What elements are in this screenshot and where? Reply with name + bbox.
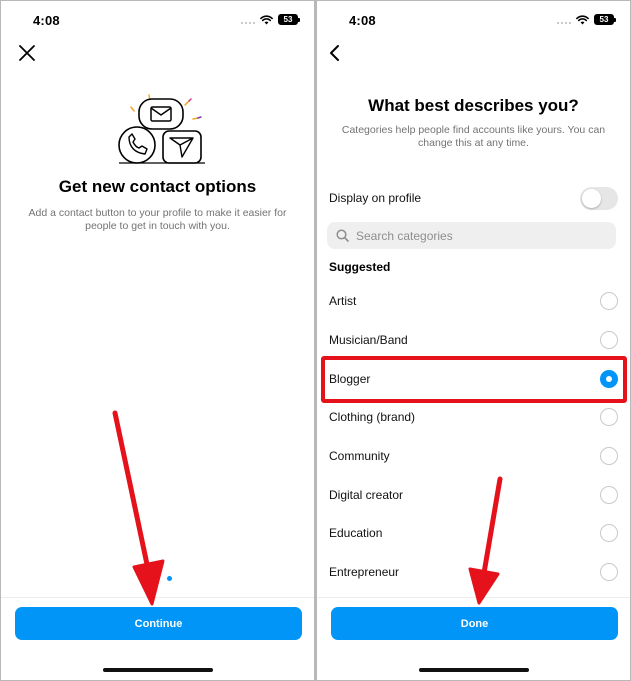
search-bar[interactable] bbox=[327, 222, 616, 249]
page-dot bbox=[155, 576, 160, 581]
category-list: Artist Musician/Band Blogger Clothing (bran… bbox=[317, 282, 630, 592]
radio-button-selected[interactable] bbox=[600, 369, 618, 388]
display-on-profile-row: Display on profile bbox=[329, 184, 618, 212]
category-label: Entrepreneur bbox=[329, 565, 400, 580]
page-title: What best describes you? bbox=[368, 96, 579, 115]
radio-button[interactable] bbox=[600, 331, 618, 350]
category-row[interactable]: Blogger bbox=[317, 359, 630, 398]
done-button[interactable]: Done bbox=[331, 607, 618, 640]
category-label: Digital creator bbox=[329, 487, 404, 502]
category-label: Blogger bbox=[329, 371, 371, 386]
home-indicator[interactable] bbox=[102, 668, 213, 672]
radio-button[interactable] bbox=[600, 292, 618, 311]
search-icon bbox=[336, 229, 349, 242]
page-indicator bbox=[1, 576, 314, 581]
close-button[interactable] bbox=[15, 41, 39, 65]
page-subtitle: Categories help people find accounts lik… bbox=[341, 124, 606, 149]
category-label: Musician/Band bbox=[329, 333, 408, 348]
home-indicator[interactable] bbox=[418, 668, 529, 672]
signal-icon bbox=[557, 15, 571, 24]
radio-button[interactable] bbox=[600, 485, 618, 504]
display-on-profile-label: Display on profile bbox=[329, 191, 422, 205]
radio-button[interactable] bbox=[600, 408, 618, 427]
category-label: Community bbox=[329, 449, 390, 464]
chevron-left-icon bbox=[330, 45, 339, 61]
wifi-icon bbox=[576, 14, 589, 24]
contact-options-screen: 4:08 53 Get new contact options Add a co… bbox=[1, 1, 314, 680]
status-bar: 4:08 53 bbox=[1, 1, 314, 39]
footer-divider bbox=[1, 597, 314, 598]
page-description: Add a contact button to your profile to … bbox=[28, 207, 287, 232]
send-icon bbox=[162, 130, 202, 164]
mail-icon bbox=[138, 98, 184, 130]
phone-icon bbox=[118, 126, 156, 164]
page-dot-active bbox=[167, 576, 172, 581]
category-row[interactable]: Clothing (brand) bbox=[317, 398, 630, 437]
footer-divider bbox=[317, 597, 630, 598]
close-icon bbox=[19, 45, 35, 61]
category-row[interactable]: Musician/Band bbox=[317, 321, 630, 360]
radio-button[interactable] bbox=[600, 524, 618, 543]
category-label: Artist bbox=[329, 294, 357, 309]
category-row[interactable]: Entrepreneur bbox=[317, 553, 630, 592]
radio-button[interactable] bbox=[600, 447, 618, 466]
wifi-icon bbox=[260, 14, 273, 24]
back-button[interactable] bbox=[323, 41, 347, 65]
page-dot bbox=[143, 576, 148, 581]
status-bar: 4:08 53 bbox=[317, 1, 630, 39]
category-row[interactable]: Education bbox=[317, 514, 630, 553]
radio-button[interactable] bbox=[600, 563, 618, 582]
search-input[interactable] bbox=[356, 228, 596, 243]
status-time: 4:08 bbox=[33, 13, 60, 28]
contact-illustration bbox=[118, 94, 205, 164]
continue-button[interactable]: Continue bbox=[15, 607, 302, 640]
display-on-profile-toggle[interactable] bbox=[580, 186, 618, 210]
category-row[interactable]: Digital creator bbox=[317, 475, 630, 514]
category-label: Education bbox=[329, 526, 383, 541]
page-title: Get new contact options bbox=[58, 177, 257, 196]
category-screen: 4:08 53 What best describes you? Categor… bbox=[317, 1, 630, 680]
signal-icon bbox=[241, 15, 255, 24]
battery-icon: 53 bbox=[594, 14, 616, 25]
suggested-label: Suggested bbox=[329, 260, 391, 274]
category-row[interactable]: Artist bbox=[317, 282, 630, 321]
battery-icon: 53 bbox=[278, 14, 300, 25]
status-time: 4:08 bbox=[349, 13, 376, 28]
category-row[interactable]: Community bbox=[317, 437, 630, 476]
category-label: Clothing (brand) bbox=[329, 410, 416, 425]
